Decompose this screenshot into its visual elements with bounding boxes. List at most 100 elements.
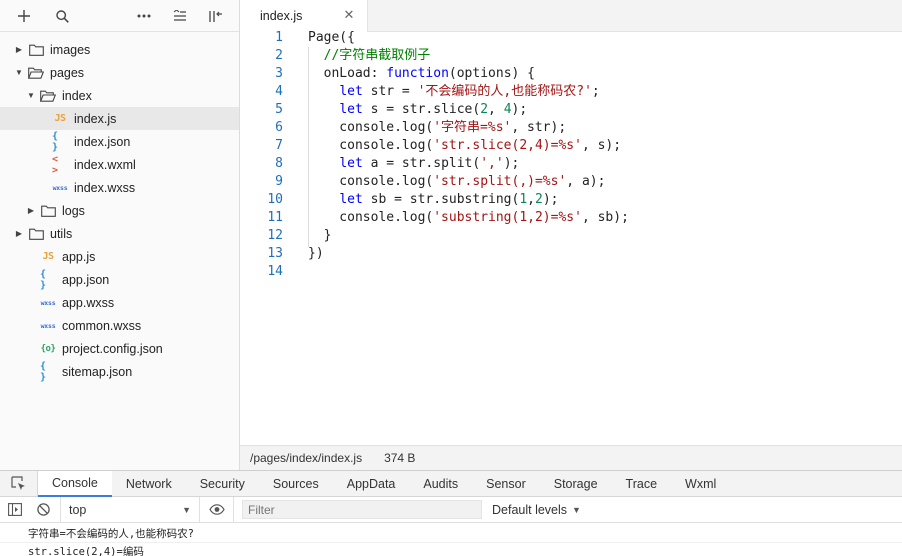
file-type-tag: { }: [40, 360, 46, 383]
code-line[interactable]: 11 console.log('substring(1,2)=%s', sb);: [240, 209, 902, 227]
close-icon[interactable]: ✕: [343, 8, 355, 21]
code-token: ,: [527, 192, 535, 207]
tab-network[interactable]: Network: [112, 471, 186, 497]
caret-right-icon[interactable]: ▶: [14, 229, 24, 238]
tree-folder[interactable]: ▼ pages: [0, 61, 239, 84]
code-line[interactable]: 14: [240, 263, 902, 281]
line-number: 6: [275, 120, 283, 135]
code-token: ;: [591, 84, 600, 99]
explorer-toolbar: [0, 0, 239, 32]
line-number: 12: [267, 228, 283, 243]
code-text: let a = str.split(',');: [308, 155, 519, 173]
tree-file[interactable]: ▶JSindex.js: [0, 107, 239, 130]
tree-item-label: index.js: [74, 111, 117, 126]
tab-index-js[interactable]: index.js ✕: [240, 0, 368, 32]
code-line[interactable]: 12 }: [240, 227, 902, 245]
code-line[interactable]: 10 let sb = str.substring(1,2);: [240, 191, 902, 209]
context-select[interactable]: top ▼: [60, 496, 200, 523]
more-icon[interactable]: [134, 6, 154, 26]
tree-file[interactable]: ▶{o}project.config.json: [0, 337, 239, 360]
caret-right-icon[interactable]: ▶: [14, 45, 24, 54]
code-line[interactable]: 9 console.log('str.split(,)=%s', a);: [240, 173, 902, 191]
tab-console[interactable]: Console: [38, 470, 112, 497]
clear-console-icon[interactable]: [30, 497, 56, 523]
console-output: 字符串=不会编码的人,也能称码农? str.slice(2,4)=编码: [0, 525, 902, 556]
tree-file[interactable]: ▶wxssapp.wxss: [0, 291, 239, 314]
folder-icon: [28, 43, 44, 56]
code-token: let: [339, 102, 363, 117]
tree-file[interactable]: ▶wxssindex.wxss: [0, 176, 239, 199]
devtools-tabbar: Console Network Security Sources AppData Audi…: [0, 470, 902, 497]
tab-sources[interactable]: Sources: [259, 471, 333, 497]
inspect-element-icon[interactable]: [0, 470, 38, 497]
code-editor: index.js ✕ 1 Page({2 //字符串截取例子 3 onLoad: f…: [240, 0, 902, 470]
code-token: //字符串截取例子: [323, 48, 431, 63]
tree-item-label: logs: [62, 203, 85, 218]
code-text: console.log('substring(1,2)=%s', sb);: [308, 209, 629, 227]
caret-down-icon[interactable]: ▼: [26, 91, 36, 100]
code-line[interactable]: 1 Page({: [240, 29, 902, 47]
line-number: 5: [275, 102, 283, 117]
caret-down-icon[interactable]: ▼: [14, 68, 24, 77]
json-file-icon: { }: [40, 361, 56, 383]
code-token: str =: [362, 84, 418, 99]
file-tree: ▶ images ▼ pages ▼ index ▶ JS index.js ▶ { } index.…: [0, 38, 239, 383]
folder-icon: [40, 204, 56, 217]
tree-file[interactable]: ▶wxsscommon.wxss: [0, 314, 239, 337]
code-line[interactable]: 13}): [240, 245, 902, 263]
collapse-all-icon[interactable]: [170, 6, 190, 26]
code-token: (options) {: [448, 66, 535, 81]
search-icon[interactable]: [52, 6, 72, 26]
code-line[interactable]: 2 //字符串截取例子: [240, 47, 902, 65]
tree-folder[interactable]: ▶ logs: [0, 199, 239, 222]
tree-file[interactable]: ▶JSapp.js: [0, 245, 239, 268]
eye-icon[interactable]: [200, 496, 234, 523]
line-number: 2: [275, 48, 283, 63]
tab-storage[interactable]: Storage: [540, 471, 612, 497]
filter-input[interactable]: [242, 500, 482, 519]
code-text: onLoad: function(options) {: [308, 65, 535, 83]
tab-appdata[interactable]: AppData: [333, 471, 410, 497]
code-text: }): [308, 245, 324, 263]
code-token: let: [339, 156, 363, 171]
tree-file[interactable]: ▶{ }index.json: [0, 130, 239, 153]
tree-folder[interactable]: ▶ images: [0, 38, 239, 61]
code-token: ',': [480, 156, 504, 171]
tree-folder[interactable]: ▼ index: [0, 84, 239, 107]
code-token: onLoad:: [308, 66, 387, 81]
tab-trace[interactable]: Trace: [612, 471, 672, 497]
code-line[interactable]: 6 console.log('字符串=%s', str);: [240, 119, 902, 137]
tree-folder[interactable]: ▶ utils: [0, 222, 239, 245]
log-levels-dropdown[interactable]: Default levels ▼: [492, 503, 581, 517]
line-number: 8: [275, 156, 283, 171]
code-line[interactable]: 3 onLoad: function(options) {: [240, 65, 902, 83]
code-line[interactable]: 7 console.log('str.slice(2,4)=%s', s);: [240, 137, 902, 155]
tree-item-label: app.js: [62, 249, 96, 264]
tab-sensor[interactable]: Sensor: [472, 471, 540, 497]
tab-wxml[interactable]: Wxml: [671, 471, 730, 497]
tab-security[interactable]: Security: [186, 471, 259, 497]
code-token: , sb);: [581, 210, 629, 225]
tree-file[interactable]: ▶{ }app.json: [0, 268, 239, 291]
split-editor-icon[interactable]: [206, 6, 226, 26]
code-area[interactable]: 1 Page({2 //字符串截取例子 3 onLoad: function(opt…: [240, 29, 902, 281]
code-line[interactable]: 4 let str = '不会编码的人,也能称码农?';: [240, 83, 902, 101]
code-line[interactable]: 8 let a = str.split(',');: [240, 155, 902, 173]
tab-audits[interactable]: Audits: [409, 471, 472, 497]
caret-right-icon[interactable]: ▶: [26, 206, 36, 215]
code-token: ,: [488, 102, 504, 117]
code-token: console.log(: [308, 210, 434, 225]
tree-file[interactable]: ▶< >index.wxml: [0, 153, 239, 176]
code-line[interactable]: 5 let s = str.slice(2, 4);: [240, 101, 902, 119]
code-text: console.log('字符串=%s', str);: [308, 119, 566, 137]
add-icon[interactable]: [14, 6, 34, 26]
file-type-tag: {o}: [40, 343, 56, 354]
code-token: 'str.split(,)=%s': [433, 174, 567, 189]
tree-file[interactable]: ▶{ }sitemap.json: [0, 360, 239, 383]
json-file-icon: { }: [40, 269, 56, 291]
code-token: function: [386, 66, 449, 81]
sidebar-toggle-icon[interactable]: [0, 497, 30, 523]
code-token: }): [308, 246, 324, 261]
